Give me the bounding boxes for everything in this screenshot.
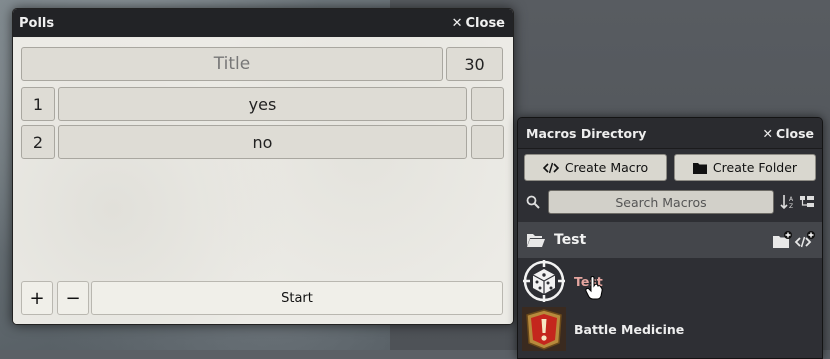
search-row: A Z [524,190,816,214]
macros-close-button[interactable]: ✕ Close [763,126,814,141]
create-macro-label: Create Macro [564,160,649,175]
close-label: Close [465,15,505,31]
create-macro-button[interactable]: Create Macro [524,154,667,181]
poll-duration-input[interactable]: 30 [446,47,503,81]
option-1-input[interactable]: yes [58,87,467,121]
macros-directory-panel: Macros Directory ✕ Close Create Macro Cr… [517,117,823,359]
option-2-index: 2 [21,125,55,159]
svg-text:Z: Z [789,203,793,210]
polls-header[interactable]: Polls ✕ Close [13,9,513,37]
start-poll-button[interactable]: Start [91,281,503,315]
search-icon [526,195,540,209]
hand-pointer-cursor-icon [585,276,603,300]
option-2-checkbox[interactable] [471,125,504,159]
folder-icon [692,162,707,174]
option-2-input[interactable]: no [58,125,467,159]
polls-window: Polls ✕ Close Title 30 1 yes 2 no + − St… [12,8,514,325]
polls-window-title: Polls [19,15,55,31]
sort-icon[interactable]: A Z [780,194,796,210]
macro-thumbnail [522,259,566,303]
macro-name[interactable]: Battle Medicine [574,322,684,337]
poll-title-input[interactable]: Title [21,47,443,81]
dice-icon [523,260,565,302]
polls-close-button[interactable]: ✕ Close [452,16,505,31]
macros-header[interactable]: Macros Directory ✕ Close [518,118,822,149]
create-subfolder-icon[interactable] [772,231,792,249]
create-macro-in-folder-icon[interactable] [794,231,816,249]
macro-entry-test[interactable]: Test [518,258,822,304]
remove-option-button[interactable]: − [57,281,89,315]
code-icon [542,162,559,173]
create-folder-button[interactable]: Create Folder [674,154,816,181]
folder-open-icon [527,234,545,247]
collapse-folders-icon[interactable] [799,194,815,210]
polls-body: Title 30 1 yes 2 no + − Start [13,38,513,324]
macro-entry-battle-medicine[interactable]: Battle Medicine [518,306,822,352]
folder-name: Test [554,232,587,248]
macros-window-title: Macros Directory [526,125,647,141]
create-folder-label: Create Folder [712,160,798,175]
close-icon: ✕ [762,125,774,141]
add-option-button[interactable]: + [21,281,53,315]
option-1-index: 1 [21,87,55,121]
close-label: Close [776,125,814,141]
svg-text:A: A [789,196,794,203]
macro-thumbnail [522,307,566,351]
search-input[interactable] [548,190,774,214]
option-1-checkbox[interactable] [471,87,504,121]
alert-badge-icon [522,307,566,351]
folder-row-test[interactable]: Test [518,222,822,258]
close-icon: ✕ [451,15,463,31]
